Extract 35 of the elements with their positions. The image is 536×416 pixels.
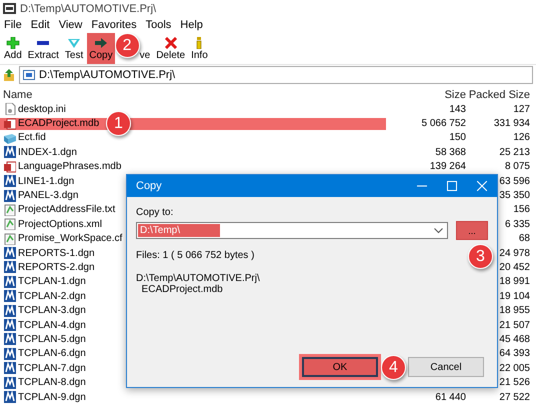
step-badge: 1: [106, 111, 131, 136]
packed-size-cell: 21 507: [499, 320, 530, 331]
packed-size-cell: 18 991: [499, 276, 530, 288]
packed-size-cell: 63 596: [499, 176, 530, 187]
size-cell: 139 264: [430, 161, 466, 172]
dialog-title: Copy: [136, 180, 163, 192]
size-cell: 143: [449, 104, 466, 115]
packed-size-cell: 331 934: [494, 118, 530, 130]
packed-size-cell: 68: [518, 233, 530, 244]
size-cell: 150: [449, 132, 466, 144]
packed-size-cell: 45 468: [499, 334, 530, 345]
packed-size-cell: 6 335: [504, 218, 530, 230]
window-title: D:\Temp\AUTOMOTIVE.Prj\: [20, 2, 156, 14]
source-path-text: D:\Temp\AUTOMOTIVE.Prj\: [136, 273, 260, 284]
field-label: Copy to:: [136, 207, 174, 218]
packed-size-cell: 18 955: [499, 305, 530, 316]
packed-size-cell: 35 350: [499, 190, 530, 202]
packed-size-cell: 25 213: [499, 146, 530, 158]
source-path-text: ECADProject.mdb: [140, 284, 224, 295]
size-cell: 5 066 752: [422, 118, 466, 130]
packed-size-cell: 126: [513, 132, 530, 144]
packed-size-cell: 27 522: [499, 392, 530, 402]
packed-size-cell: 24 978: [499, 248, 530, 259]
packed-size-cell: 19 104: [499, 290, 530, 302]
packed-size-cell: 20 452: [499, 262, 530, 273]
packed-size-cell: 127: [513, 104, 530, 115]
step-badge: 2: [114, 33, 140, 58]
packed-size-cell: 8 075: [504, 161, 530, 172]
packed-size-cell: 22 005: [499, 362, 530, 374]
packed-size-cell: 156: [513, 204, 530, 216]
size-cell: 58 368: [435, 146, 466, 158]
size-cell: 61 440: [435, 392, 466, 402]
packed-size-cell: 64 393: [499, 348, 530, 360]
packed-size-cell: 21 526: [499, 377, 530, 388]
file-count-text: Files: 1 ( 5 066 752 bytes ): [136, 250, 254, 261]
